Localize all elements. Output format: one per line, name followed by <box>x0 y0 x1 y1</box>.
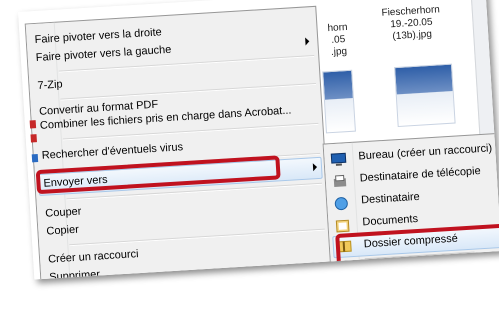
explorer-screenshot: horn .05 .jpg Fiescherhorn 19.-20.05 (13… <box>18 0 499 280</box>
documents-icon <box>334 217 351 234</box>
screenshot-stage: horn .05 .jpg Fiescherhorn 19.-20.05 (13… <box>0 0 499 310</box>
antivirus-icon <box>31 154 39 163</box>
thumbnail-caption[interactable]: horn .05 .jpg <box>317 21 359 59</box>
submenu-item-mail-recipient[interactable]: Destinataire <box>361 187 421 211</box>
photo-thumbnail[interactable] <box>394 63 456 128</box>
acrobat-icon <box>30 134 37 143</box>
menu-item-7zip[interactable]: 7-Zip <box>37 74 63 95</box>
chevron-right-icon <box>305 37 310 46</box>
fax-icon <box>331 173 348 190</box>
context-menu: Faire pivoter vers la droite Faire pivot… <box>24 5 333 280</box>
menu-item-copy[interactable]: Copier <box>46 220 80 242</box>
menu-item-delete[interactable]: Supprimer <box>49 265 101 279</box>
photo-thumbnail[interactable] <box>322 69 356 134</box>
menu-separator <box>60 82 317 101</box>
thumbnail-caption[interactable]: Fiescherhorn 19.-20.05 (13b).jpg <box>370 4 452 45</box>
pdf-icon <box>29 120 37 129</box>
mail-recipient-icon <box>333 195 350 212</box>
desktop-icon <box>330 151 347 168</box>
chevron-right-icon <box>312 163 318 172</box>
menu-separator <box>69 228 325 247</box>
